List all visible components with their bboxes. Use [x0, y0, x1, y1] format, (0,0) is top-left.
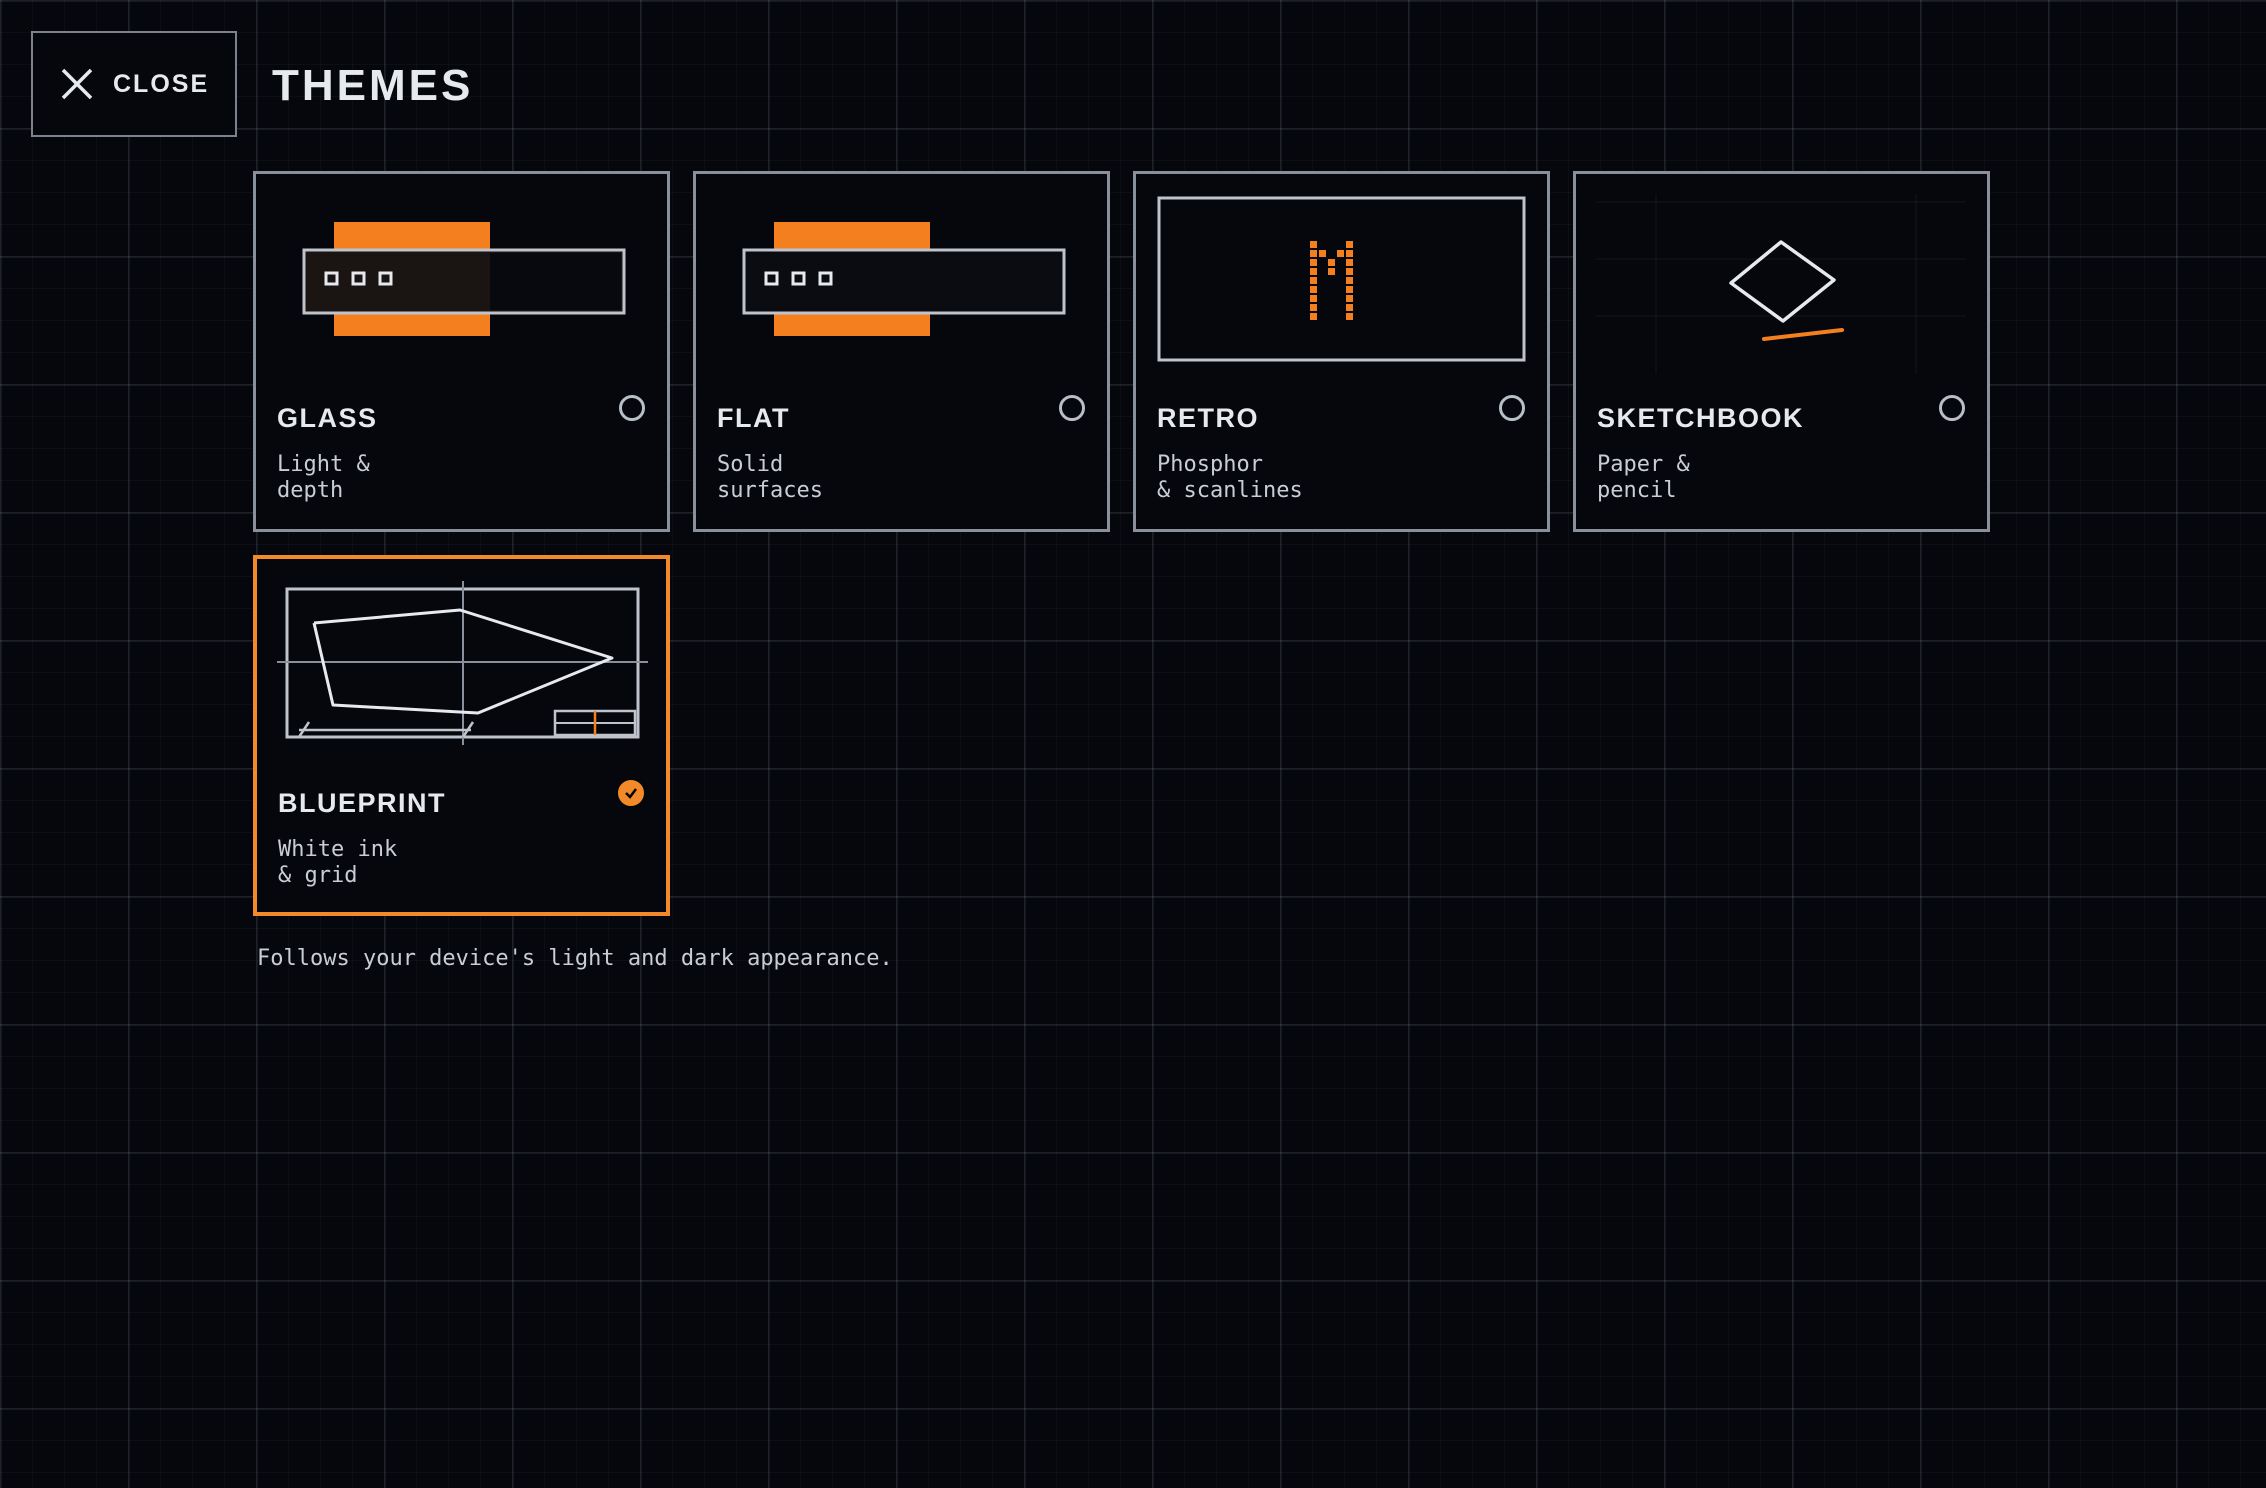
theme-name: FLAT: [717, 403, 790, 433]
radio-flat[interactable]: [1059, 395, 1085, 421]
radio-retro[interactable]: [1499, 395, 1525, 421]
check-icon: [625, 788, 637, 799]
radio-blueprint[interactable]: [618, 780, 644, 806]
close-label: CLOSE: [113, 69, 210, 98]
theme-name: RETRO: [1157, 403, 1259, 433]
flat-preview-icon: [742, 222, 1066, 336]
theme-name: BLUEPRINT: [278, 788, 446, 818]
close-icon: [61, 68, 93, 100]
sketchbook-preview-icon: [1596, 194, 1966, 374]
close-button[interactable]: CLOSE: [31, 31, 237, 137]
blueprint-preview-icon: [277, 581, 648, 745]
radio-sketchbook[interactable]: [1939, 395, 1965, 421]
theme-description: Phosphor & scanlines: [1157, 452, 1303, 503]
retro-preview-icon: [1157, 196, 1526, 362]
glass-preview-icon: [302, 222, 626, 336]
theme-name: GLASS: [277, 403, 378, 433]
theme-description: White ink & grid: [278, 837, 398, 888]
theme-description: Paper & pencil: [1597, 452, 1690, 503]
theme-name: SKETCHBOOK: [1597, 403, 1805, 433]
theme-card-retro[interactable]: RETRO Phosphor & scanlines: [1133, 171, 1550, 532]
page-title: THEMES: [272, 61, 474, 110]
theme-card-glass[interactable]: GLASS Light & depth: [253, 171, 670, 532]
radio-glass[interactable]: [619, 395, 645, 421]
theme-description: Solid surfaces: [717, 452, 823, 503]
theme-card-blueprint[interactable]: BLUEPRINT White ink & grid: [253, 555, 670, 916]
theme-card-flat[interactable]: FLAT Solid surfaces: [693, 171, 1110, 532]
theme-card-sketchbook[interactable]: SKETCHBOOK Paper & pencil: [1573, 171, 1990, 532]
theme-description: Light & depth: [277, 452, 370, 503]
appearance-note: Follows your device's light and dark app…: [257, 946, 893, 971]
